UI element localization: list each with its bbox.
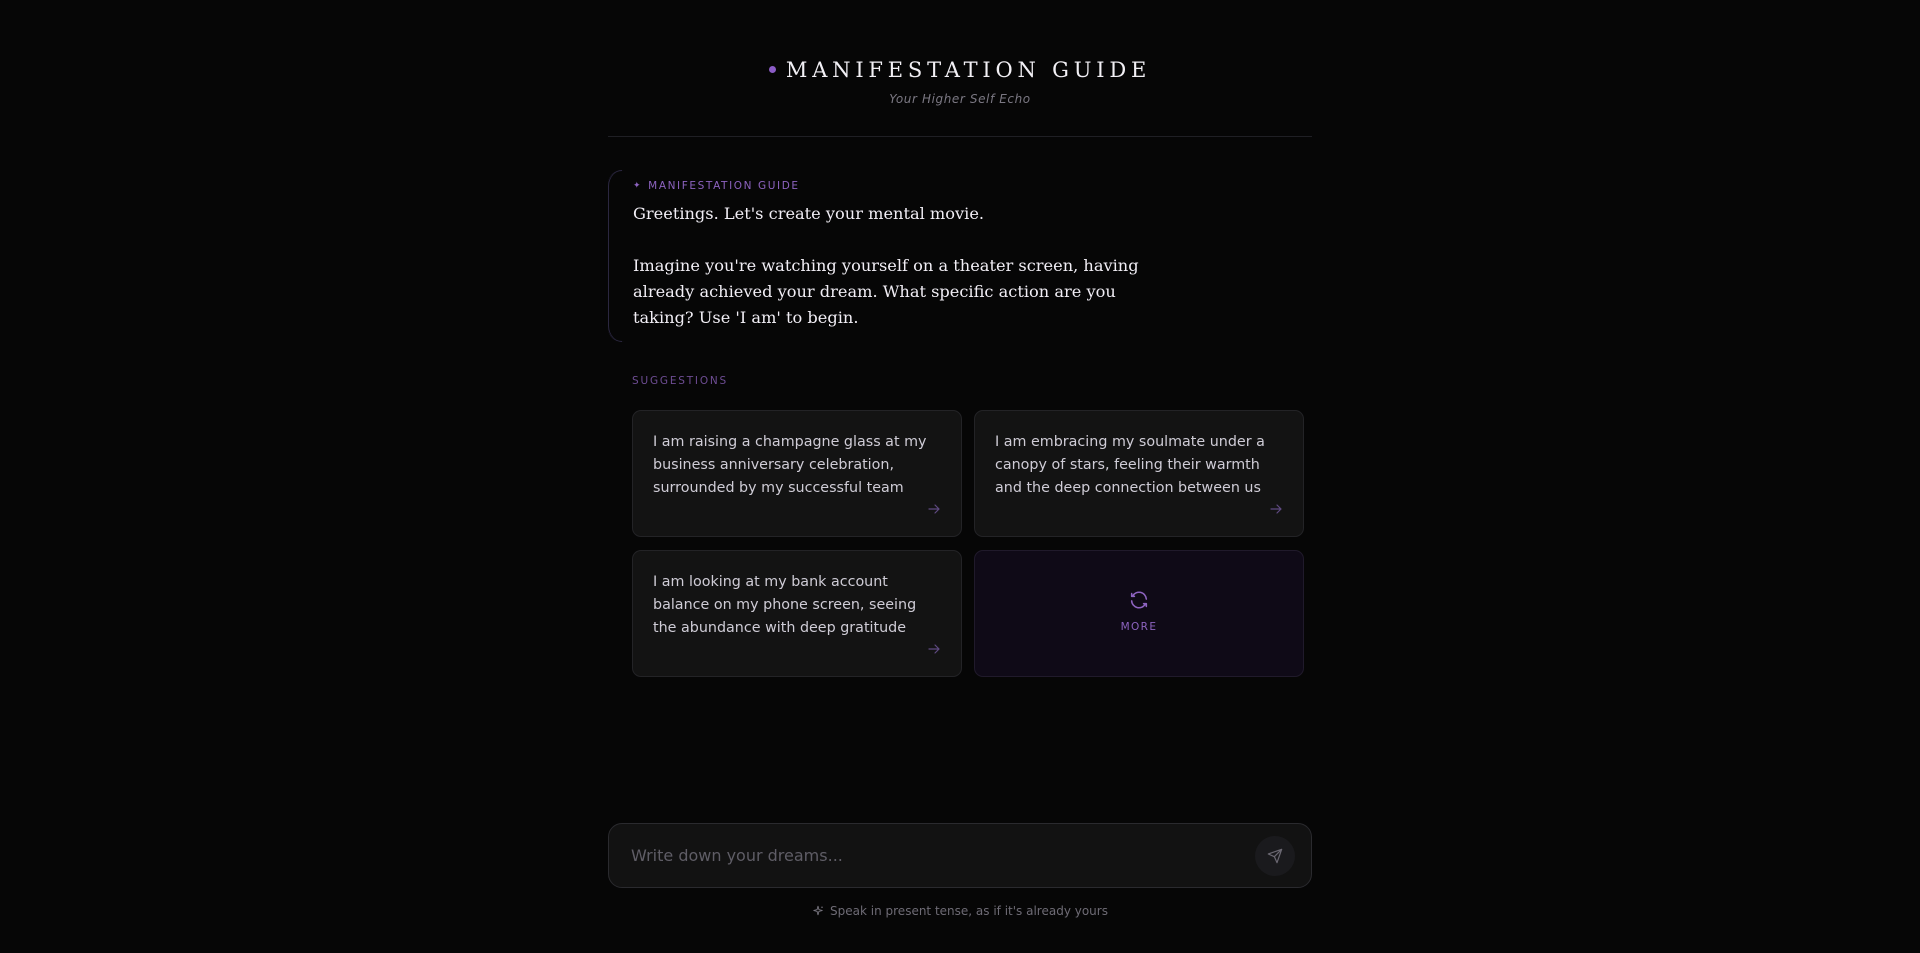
send-icon [1267,848,1283,863]
app-title: MANIFESTATION GUIDE [785,58,1152,82]
message-body: Greetings. Let's create your mental movi… [633,201,1173,331]
title-row: MANIFESTATION GUIDE [608,52,1312,88]
suggestions-label: SUGGESTIONS [632,375,729,387]
suggestion-text: I am looking at my bank account balance … [653,574,917,636]
suggestion-card[interactable]: I am raising a champagne glass at my bus… [632,410,962,537]
suggestion-text: I am embracing my soulmate under a canop… [995,434,1265,496]
message-paragraph: Greetings. Let's create your mental movi… [633,204,985,223]
guide-message: ✦ MANIFESTATION GUIDE Greetings. Let's c… [608,170,1168,342]
refresh-icon [1130,590,1148,609]
arrow-right-icon [1270,504,1282,514]
arrow-right-icon [928,504,940,514]
suggestion-card[interactable]: I am embracing my soulmate under a canop… [974,410,1304,537]
more-suggestions-button[interactable]: MORE [974,550,1304,677]
sparkle-icon: ✦ [633,181,643,191]
sparkles-icon [813,905,823,916]
arrow-right-icon [928,644,940,654]
dream-input[interactable] [629,835,1255,876]
suggestion-card[interactable]: I am looking at my bank account balance … [632,550,962,677]
app-root: MANIFESTATION GUIDE Your Higher Self Ech… [0,0,1920,953]
send-button[interactable] [1255,835,1295,876]
composer-hint: Speak in present tense, as if it's alrea… [608,904,1312,918]
hint-text: Speak in present tense, as if it's alrea… [830,904,1108,918]
more-label: MORE [1120,620,1158,633]
message-sender: ✦ MANIFESTATION GUIDE [633,177,1168,195]
message-sender-label: MANIFESTATION GUIDE [648,180,800,192]
header: MANIFESTATION GUIDE Your Higher Self Ech… [608,52,1312,106]
header-divider [608,136,1312,137]
suggestion-text: I am raising a champagne glass at my bus… [653,434,927,496]
dot-icon [768,65,776,73]
app-subtitle: Your Higher Self Echo [889,92,1031,106]
composer [608,823,1312,888]
message-paragraph: Imagine you're watching yourself on a th… [633,256,1139,327]
